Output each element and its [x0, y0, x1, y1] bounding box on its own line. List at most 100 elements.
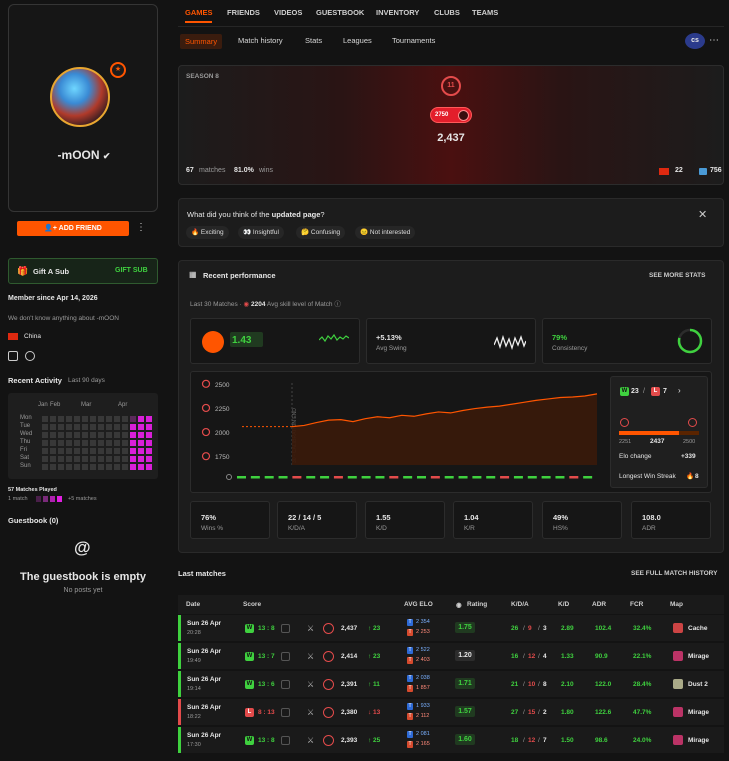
tab-games[interactable]: GAMES: [185, 8, 213, 17]
avg-elo-team-b: 2 165: [416, 741, 430, 747]
heatmap-cell: [58, 440, 64, 446]
more-options-icon[interactable]: ⋯: [709, 35, 719, 46]
table-row[interactable]: Sun 26 Apr 19:14 W 13 : 6 ⚔ 2,391 ↑ 11 T…: [178, 671, 724, 697]
subtab-match-history[interactable]: Match history: [238, 36, 283, 45]
table-row[interactable]: Sun 26 Apr 19:49 W 13 : 7 ⚔ 2,414 ↑ 23 T…: [178, 643, 724, 669]
weekday-label: Tue: [20, 423, 31, 429]
add-friend-button[interactable]: 👤+ ADD FRIEND: [17, 221, 129, 236]
deaths: 12: [528, 653, 536, 660]
consistency-label: Consistency: [552, 345, 588, 352]
country-rank: 22: [675, 167, 683, 174]
elo-delta: ↑ 23: [368, 625, 381, 632]
match-score: 13 : 7: [258, 653, 275, 660]
tab-clubs[interactable]: CLUBS: [434, 8, 460, 17]
reaction-exciting[interactable]: 🔥 Exciting: [186, 226, 229, 239]
add-user-icon: 👤+: [44, 225, 57, 232]
result-bar: [292, 476, 302, 479]
match-rating: 1.60: [455, 734, 475, 745]
reaction-insightful[interactable]: 👀 Insightful: [238, 226, 284, 239]
match-adr: 122.0: [595, 681, 612, 688]
team-logo-icon: [281, 736, 290, 745]
member-since: Member since Apr 14, 2026: [8, 295, 98, 302]
more-options-icon[interactable]: ⋮: [136, 222, 146, 234]
avg-skill-value: 2204: [250, 301, 266, 308]
consistency-ring: [677, 328, 703, 354]
subtab-stats[interactable]: Stats: [305, 36, 322, 45]
heatmap-cell: [106, 440, 112, 446]
heatmap-cell: [106, 416, 112, 422]
heatmap-cell: [130, 440, 136, 446]
match-kd: 2.89: [561, 625, 574, 632]
deaths: 9: [528, 625, 532, 632]
map-icon: [673, 707, 683, 717]
kd-value: 1.43: [232, 335, 252, 346]
table-row[interactable]: Sun 26 Apr 17:30 W 13 : 8 ⚔ 2,393 ↑ 25 T…: [178, 727, 724, 753]
kd-icon: [202, 331, 224, 353]
crossed-swords-icon: ⚔: [307, 680, 315, 689]
twitch-icon[interactable]: [8, 351, 18, 361]
heatmap-cell: [146, 464, 152, 470]
steam-icon[interactable]: [25, 351, 35, 361]
result-bar: [278, 476, 288, 479]
heatmap-cell: [146, 424, 152, 430]
match-date: Sun 26 Apr: [187, 676, 222, 683]
tab-videos[interactable]: VIDEOS: [274, 8, 302, 17]
tab-friends[interactable]: FRIENDS: [227, 8, 260, 17]
heatmap-cell: [66, 464, 72, 470]
heatmap-cell: [138, 440, 144, 446]
losses-chip: L: [651, 387, 660, 396]
china-flag-icon: [8, 333, 18, 340]
close-icon[interactable]: ✕: [698, 208, 707, 221]
header-map: Map: [670, 601, 683, 608]
heatmap-cell: [74, 464, 80, 470]
team-a-tag: T: [407, 619, 413, 626]
tab-teams[interactable]: TEAMS: [472, 8, 498, 17]
game-selector[interactable]: cs: [685, 33, 705, 49]
deaths: 12: [528, 737, 536, 744]
result-bar: [541, 476, 551, 479]
see-more-stats-link[interactable]: SEE MORE STATS: [649, 272, 705, 279]
match-date: Sun 26 Apr: [187, 732, 222, 739]
heatmap-cell: [50, 432, 56, 438]
heatmap-cell: [74, 432, 80, 438]
elo-delta: ↓ 13: [368, 709, 381, 716]
elo-badge-value: 2750: [435, 112, 449, 118]
result-bar: [555, 476, 565, 479]
tab-inventory[interactable]: INVENTORY: [376, 8, 419, 17]
header-kd: K/D: [558, 601, 570, 608]
stat-value: 49%: [553, 513, 569, 522]
heatmap-cell: [106, 464, 112, 470]
team-a-tag: T: [407, 675, 413, 682]
heatmap-cell: [82, 456, 88, 462]
match-time: 19:14: [187, 686, 201, 692]
stat-value: 76%: [201, 513, 217, 522]
subtab-leagues[interactable]: Leagues: [343, 36, 372, 45]
table-row[interactable]: Sun 26 Apr 20:28 W 13 : 8 ⚔ 2,437 ↑ 23 T…: [178, 615, 724, 641]
heatmap-cell: [42, 440, 48, 446]
kda-separator: /: [523, 681, 525, 688]
heatmap-cell: [50, 464, 56, 470]
heatmap-cell: [114, 448, 120, 454]
match-time: 18:22: [187, 714, 201, 720]
level-ring-icon: [201, 379, 211, 388]
stat-box-kda: 22 / 14 / 5 K/D/A: [277, 501, 357, 539]
gift-sub-banner[interactable]: 🎁 Gift A Sub GIFT SUB: [8, 258, 158, 284]
tab-guestbook[interactable]: GUESTBOOK: [316, 8, 364, 17]
heatmap-cell: [98, 448, 104, 454]
match-date: Sun 26 Apr: [187, 648, 222, 655]
gift-sub-button[interactable]: GIFT SUB: [115, 267, 148, 274]
subtab-summary[interactable]: Summary: [180, 34, 223, 49]
match-adr: 102.4: [595, 625, 612, 632]
chevron-right-icon[interactable]: ›: [678, 386, 681, 395]
heatmap-cell: [50, 448, 56, 454]
guestbook-title: Guestbook (0): [8, 516, 59, 525]
table-row[interactable]: Sun 26 Apr 18:22 L 8 : 13 ⚔ 2,380 ↓ 13 T…: [178, 699, 724, 725]
stat-box-hs: 49% HS%: [542, 501, 622, 539]
activity-heatmap: Jan Feb Mar Apr Mon Tue Wed Thu Fri Sat Sun: [8, 393, 158, 479]
match-elo: 2,393: [341, 737, 358, 744]
reaction-not-interested[interactable]: 😐 Not interested: [355, 226, 416, 239]
see-full-history-link[interactable]: SEE FULL MATCH HISTORY: [631, 570, 717, 577]
reaction-confusing[interactable]: 🤔 Confusing: [296, 226, 346, 239]
subtab-tournaments[interactable]: Tournaments: [392, 36, 435, 45]
skill-level-icon: [323, 735, 334, 746]
